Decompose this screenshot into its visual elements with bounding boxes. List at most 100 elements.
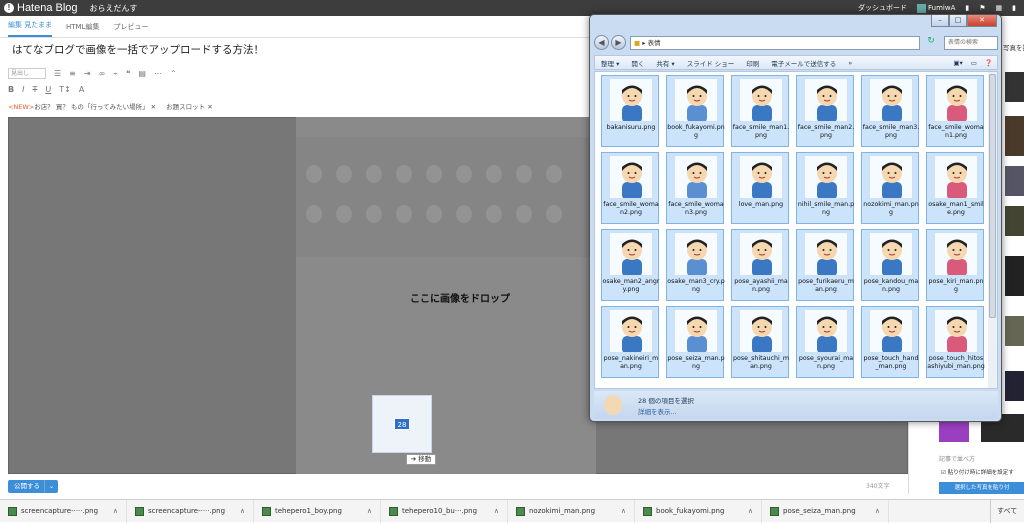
preview-pane-icon[interactable]: ▭ xyxy=(967,59,981,67)
underline-icon[interactable]: U xyxy=(45,85,51,94)
organize-menu[interactable]: 整理 ▾ xyxy=(595,58,625,68)
photo-thumb[interactable] xyxy=(1005,166,1024,196)
help-icon[interactable]: ❓ xyxy=(981,59,997,67)
topic-tag-1[interactable]: <NEW>お店？ 買？ もの「行ってみたい場所」 ✕ xyxy=(8,101,156,111)
tab-preview[interactable]: プレビュー xyxy=(114,22,149,37)
heading-select[interactable]: 見出し xyxy=(8,67,46,79)
slideshow-button[interactable]: スライド ショー xyxy=(681,58,741,68)
maximize-button[interactable]: □ xyxy=(949,15,967,27)
share-menu[interactable]: 共有 ▾ xyxy=(650,58,680,68)
color-icon[interactable]: A xyxy=(79,85,84,94)
download-item[interactable]: nozokimi_man.png ∧ xyxy=(508,499,635,523)
refresh-icon[interactable]: ↻ xyxy=(924,36,938,50)
download-item[interactable]: screencapture-····.png ∧ xyxy=(127,499,254,523)
close-button[interactable]: ✕ xyxy=(967,15,997,27)
file-item[interactable]: face_smile_woman1.png xyxy=(926,75,984,147)
file-item[interactable]: pose_kandou_man.png xyxy=(861,229,919,301)
quote-icon[interactable]: ❝ xyxy=(126,69,130,78)
post-title-input[interactable]: はてなブログで画像を一括でアップロードする方法！ xyxy=(8,42,590,62)
file-item[interactable]: face_smile_man1.png xyxy=(731,75,789,147)
more-icon[interactable]: ⋯ xyxy=(154,69,162,78)
italic-icon[interactable]: I xyxy=(22,85,24,94)
bold-icon[interactable]: B xyxy=(8,85,14,94)
photo-thumb[interactable] xyxy=(1005,72,1024,102)
file-item[interactable]: face_smile_woman3.png xyxy=(666,152,724,224)
email-button[interactable]: 電子メールで送信する xyxy=(765,58,842,68)
dashboard-link[interactable]: ダッシュボード xyxy=(858,3,907,13)
file-item[interactable]: osake_man2_angry.png xyxy=(601,229,660,301)
window-titlebar[interactable]: – □ ✕ xyxy=(590,15,1001,31)
indent-icon[interactable]: ⇥ xyxy=(84,69,91,78)
view-icon[interactable]: ▣▾ xyxy=(949,59,966,67)
scroll-thumb[interactable] xyxy=(989,74,996,318)
blog-name-menu[interactable]: おらえだんす xyxy=(90,3,138,14)
file-item[interactable]: pose_shitauchi_man.png xyxy=(731,306,789,378)
file-item[interactable]: pose_touch_hand_man.png xyxy=(861,306,919,378)
unlink-icon[interactable]: ⌁ xyxy=(113,69,118,78)
back-button[interactable]: ◀ xyxy=(594,35,609,50)
table-icon[interactable]: ▤ xyxy=(138,69,146,78)
topic-tag-2[interactable]: お題スロット ✕ xyxy=(166,101,213,111)
photo-thumb[interactable] xyxy=(1005,206,1024,236)
chevron-up-icon[interactable]: ∧ xyxy=(240,507,245,515)
file-item[interactable]: pose_seiza_man.png xyxy=(666,306,725,378)
address-bar[interactable]: ■ ▸ 表情 xyxy=(630,36,920,50)
open-button[interactable]: 開く xyxy=(625,58,650,68)
explorer-search-input[interactable]: 表情の検索 xyxy=(944,36,998,50)
file-item[interactable]: bakanisuru.png xyxy=(601,75,659,147)
photo-thumb[interactable] xyxy=(1005,256,1024,296)
user-menu[interactable]: FumiwA xyxy=(917,3,955,13)
file-item[interactable]: pose_furikaeru_man.png xyxy=(796,229,854,301)
photo-thumb[interactable] xyxy=(1005,371,1024,401)
more-chevron[interactable]: » xyxy=(842,59,858,67)
hatena-logo[interactable]: ! Hatena Blog xyxy=(4,2,78,14)
chevron-down-icon[interactable]: ⌄ xyxy=(44,480,58,493)
strike-icon[interactable]: T xyxy=(32,85,37,94)
details-link[interactable]: 詳細を表示... xyxy=(638,406,677,416)
file-item[interactable]: osake_man3_cry.png xyxy=(666,229,725,301)
file-item[interactable]: pose_kiri_man.png xyxy=(926,229,984,301)
collapse-icon[interactable]: ⌃ xyxy=(170,69,177,78)
paste-detail-checkbox[interactable]: ☑ 貼り付け時に詳細を設定す xyxy=(941,468,1014,476)
file-item[interactable]: pose_syourai_man.png xyxy=(796,306,854,378)
file-item[interactable]: face_smile_man3.png xyxy=(861,75,919,147)
photo-thumb[interactable] xyxy=(1005,116,1024,156)
file-item[interactable]: love_man.png xyxy=(731,152,789,224)
size-icon[interactable]: T↕ xyxy=(59,85,71,94)
chevron-up-icon[interactable]: ∧ xyxy=(113,507,118,515)
download-item[interactable]: tehepero10_bu···.png ∧ xyxy=(381,499,508,523)
tab-wysiwyg[interactable]: 編集 見たまま xyxy=(8,20,53,37)
download-item[interactable]: book_fukayomi.png ∧ xyxy=(635,499,762,523)
file-item[interactable]: pose_touch_hitosashiyubi_man.png xyxy=(926,306,985,378)
chevron-up-icon[interactable]: ∧ xyxy=(367,507,372,515)
download-item[interactable]: tehepero1_boy.png ∧ xyxy=(254,499,381,523)
publish-button[interactable]: 公開する ⌄ xyxy=(8,480,58,493)
download-item[interactable]: pose_seiza_man.png ∧ xyxy=(762,499,889,523)
forward-button[interactable]: ▶ xyxy=(611,35,626,50)
chevron-up-icon[interactable]: ∧ xyxy=(621,507,626,515)
file-item[interactable]: book_fukayomi.png xyxy=(666,75,725,147)
apps-grid-icon[interactable]: ▦ xyxy=(996,4,1003,12)
numbered-list-icon[interactable]: ≡ xyxy=(69,69,76,78)
chevron-up-icon[interactable]: ∧ xyxy=(748,507,753,515)
file-item[interactable]: face_smile_man2.png xyxy=(796,75,854,147)
photo-thumb[interactable] xyxy=(1005,316,1024,346)
download-item[interactable]: screencapture-····.png ∧ xyxy=(0,499,127,523)
file-item[interactable]: nihil_smile_man.png xyxy=(796,152,854,224)
minimize-button[interactable]: – xyxy=(931,15,949,27)
link-icon[interactable]: ∞ xyxy=(99,69,106,78)
file-item[interactable]: nozokimi_man.png xyxy=(861,152,919,224)
notification-icon[interactable]: ▮ xyxy=(1012,4,1016,12)
scrollbar[interactable] xyxy=(988,72,997,388)
tab-html[interactable]: HTML編集 xyxy=(66,22,99,37)
chevron-up-icon[interactable]: ∧ xyxy=(494,507,499,515)
bullet-list-icon[interactable]: ☰ xyxy=(54,69,61,78)
show-all-button[interactable]: すべて xyxy=(990,500,1024,523)
flag-icon[interactable]: ⚑ xyxy=(979,4,985,12)
print-button[interactable]: 印刷 xyxy=(740,58,765,68)
chevron-up-icon[interactable]: ∧ xyxy=(875,507,880,515)
file-item[interactable]: pose_nakineiri_man.png xyxy=(601,306,659,378)
file-item[interactable]: pose_ayashii_man.png xyxy=(731,229,789,301)
paste-selected-button[interactable]: 選択した写真を貼り付 xyxy=(939,482,1024,494)
bookmark-icon[interactable]: ▮ xyxy=(965,4,969,12)
